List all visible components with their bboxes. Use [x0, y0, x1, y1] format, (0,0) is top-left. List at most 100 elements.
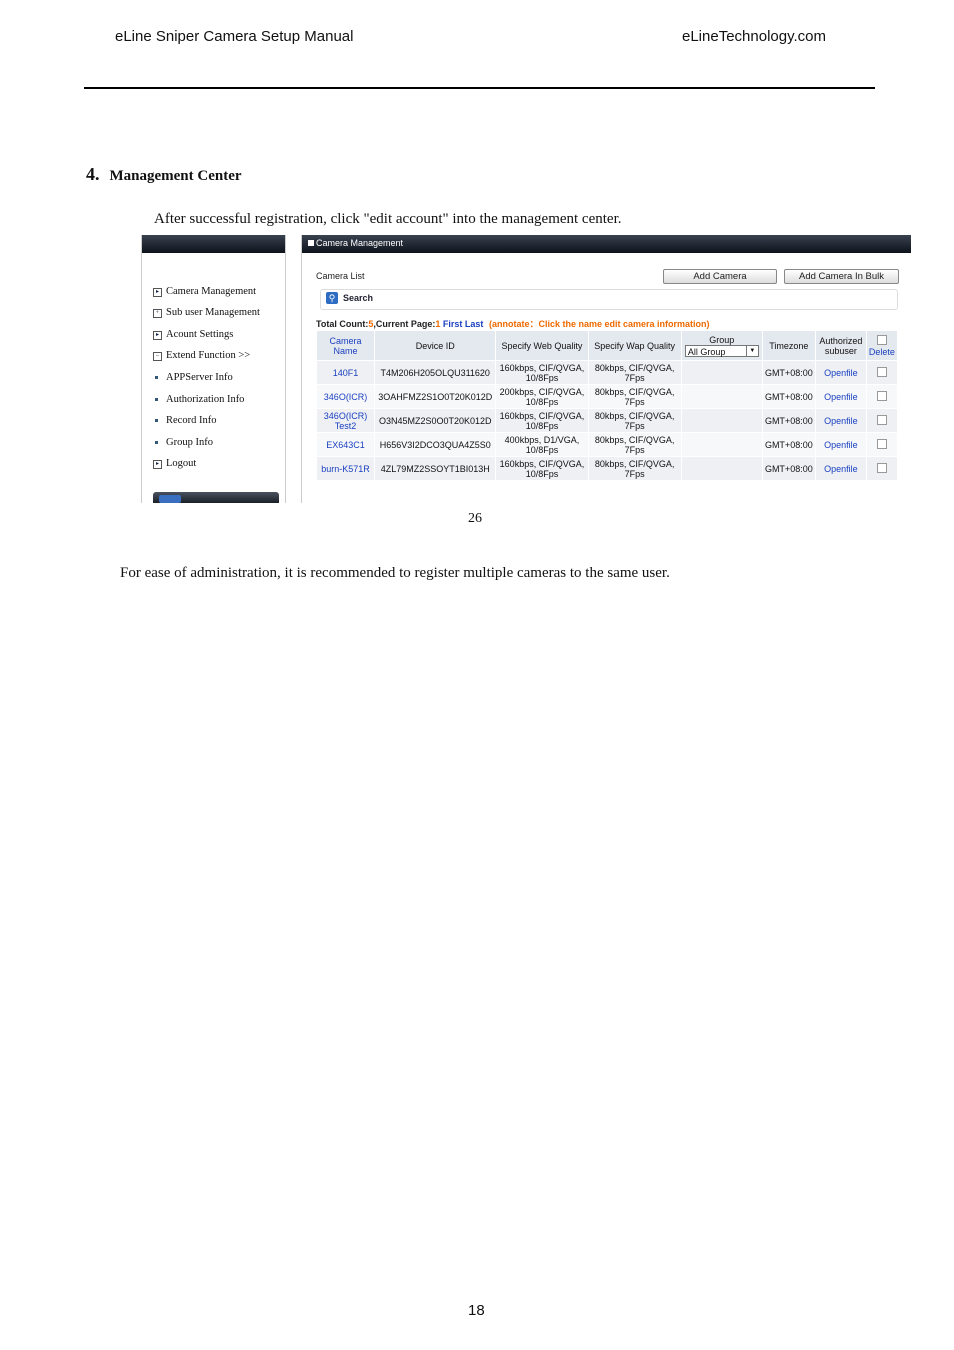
wap-quality-cell: 80kbps, CIF/QVGA, 7Fps: [587, 360, 682, 385]
delete-cell: [865, 432, 899, 457]
camera-name-link[interactable]: 346O(ICR): [315, 384, 376, 409]
figure-caption: 26: [468, 511, 482, 526]
table-row: 140F1 T4M206H205OLQU311620 160kbps, CIF/…: [315, 360, 899, 385]
group-header-label: Group: [709, 334, 735, 345]
section-number: 4.: [86, 164, 100, 184]
search-box[interactable]: ⚲ Search: [320, 289, 898, 310]
device-id-cell: O3N45MZ2S0O0T20K012D: [374, 408, 497, 433]
search-label: Search: [343, 293, 374, 303]
sidebar-item-record-info[interactable]: Record Info: [153, 415, 216, 426]
col-authorized-subuser: Authorized subuser: [814, 330, 867, 361]
col-web-quality: Specify Web Quality: [495, 330, 589, 361]
table-row: burn-K571R 4ZL79MZ2SSOYT1BI013H 160kbps,…: [315, 456, 899, 481]
web-quality-cell: 160kbps, CIF/QVGA, 10/8Fps: [495, 408, 589, 433]
group-cell: [680, 360, 763, 385]
add-camera-button[interactable]: Add Camera: [663, 269, 777, 284]
timezone-cell: GMT+08:00: [761, 432, 816, 457]
delete-cell: [865, 408, 899, 433]
device-id-cell: H656V3I2DCO3QUA4Z5S0: [374, 432, 497, 457]
timezone-cell: GMT+08:00: [761, 408, 816, 433]
timezone-cell: GMT+08:00: [761, 384, 816, 409]
sidebar-item-authorization-info[interactable]: Authorization Info: [153, 394, 244, 405]
sidebar-footer-bar: [153, 492, 279, 503]
annotation-note: (annotate：Click the name edit camera inf…: [488, 319, 710, 329]
col-group: Group All Group ▼: [680, 330, 763, 361]
body-paragraph: For ease of administration, it is recomm…: [120, 565, 670, 581]
sidebar-item-camera-management[interactable]: ▸ Camera Management: [153, 286, 256, 297]
authorized-link[interactable]: Openfile: [814, 360, 867, 385]
delete-cell: [865, 456, 899, 481]
group-cell: [680, 384, 763, 409]
sidebar-item-account-settings[interactable]: ▸ Acount Settings: [153, 329, 233, 340]
camera-table: Camera Name Device ID Specify Web Qualit…: [315, 330, 899, 481]
wap-quality-cell: 80kbps, CIF/QVGA, 7Fps: [587, 384, 682, 409]
play-icon: ▸: [153, 288, 162, 297]
select-all-checkbox[interactable]: [876, 334, 887, 345]
wap-quality-cell: 80kbps, CIF/QVGA, 7Fps: [587, 456, 682, 481]
sidebar: ▸ Camera Management + Sub user Management …: [141, 235, 286, 503]
sidebar-item-group-info[interactable]: Group Info: [153, 437, 213, 448]
camera-name-link[interactable]: 346O(ICR) Test2: [315, 408, 376, 433]
row-checkbox[interactable]: [876, 390, 887, 401]
camera-name-link[interactable]: burn-K571R: [315, 456, 376, 481]
header-website: eLineTechnology.com: [682, 28, 826, 45]
web-quality-cell: 160kbps, CIF/QVGA, 10/8Fps: [495, 456, 589, 481]
header-title: eLine Sniper Camera Setup Manual: [115, 28, 354, 45]
group-select[interactable]: All Group ▼: [684, 344, 759, 357]
col-timezone: Timezone: [761, 330, 816, 361]
section-heading: 4. Management Center: [86, 164, 242, 185]
panel-title: Camera Management: [316, 238, 404, 248]
authorized-link[interactable]: Openfile: [814, 456, 867, 481]
delete-cell: [865, 384, 899, 409]
panel-title-bar: Camera Management: [302, 235, 911, 253]
row-checkbox[interactable]: [876, 366, 887, 377]
first-page-link[interactable]: First: [443, 319, 463, 329]
timezone-cell: GMT+08:00: [761, 360, 816, 385]
camera-name-link[interactable]: 140F1: [315, 360, 376, 385]
camera-list-label: Camera List: [316, 271, 365, 281]
management-screenshot: ▸ Camera Management + Sub user Management …: [141, 235, 911, 503]
camera-name-link[interactable]: EX643C1: [315, 432, 376, 457]
table-row: EX643C1 H656V3I2DCO3QUA4Z5S0 400kbps, D1…: [315, 432, 899, 457]
authorized-link[interactable]: Openfile: [814, 432, 867, 457]
sidebar-item-appserver-info[interactable]: APPServer Info: [153, 372, 233, 383]
last-page-link[interactable]: Last: [465, 319, 484, 329]
authorized-link[interactable]: Openfile: [814, 384, 867, 409]
add-camera-bulk-button[interactable]: Add Camera In Bulk: [784, 269, 899, 284]
title-arrow-icon: [308, 240, 314, 246]
minus-icon: –: [153, 352, 162, 361]
play-icon: ▸: [153, 331, 162, 340]
device-id-cell: T4M206H205OLQU311620: [374, 360, 497, 385]
sidebar-item-logout[interactable]: ▸ Logout: [153, 458, 196, 469]
col-device-id: Device ID: [374, 330, 497, 361]
current-page: 1: [435, 319, 441, 329]
current-page-prefix: ,Current Page:: [373, 319, 436, 329]
bullet-icon: [155, 397, 158, 401]
bullet-icon: [155, 440, 158, 444]
search-icon[interactable]: ⚲: [326, 292, 338, 304]
group-cell: [680, 432, 763, 457]
web-quality-cell: 160kbps, CIF/QVGA, 10/8Fps: [495, 360, 589, 385]
col-delete: Delete: [865, 330, 899, 361]
total-prefix: Total Count:: [316, 319, 369, 329]
row-checkbox[interactable]: [876, 462, 887, 473]
plus-icon: +: [153, 309, 162, 318]
authorized-link[interactable]: Openfile: [814, 408, 867, 433]
device-id-cell: 4ZL79MZ2SSOYT1BI013H: [374, 456, 497, 481]
sidebar-header-bar: [142, 235, 285, 253]
wap-quality-cell: 80kbps, CIF/QVGA, 7Fps: [587, 432, 682, 457]
sidebar-item-sub-user-management[interactable]: + Sub user Management: [153, 307, 260, 318]
row-checkbox[interactable]: [876, 438, 887, 449]
row-checkbox[interactable]: [876, 414, 887, 425]
list-summary: Total Count:5,Current Page:1 First Last …: [316, 317, 710, 330]
col-camera-name[interactable]: Camera Name: [315, 330, 376, 361]
section-title: Management Center: [109, 168, 242, 184]
web-quality-cell: 200kbps, CIF/QVGA, 10/8Fps: [495, 384, 589, 409]
wap-quality-cell: 80kbps, CIF/QVGA, 7Fps: [587, 408, 682, 433]
camera-management-panel: Camera Management Camera List Add Camera…: [301, 235, 911, 503]
chevron-down-icon[interactable]: ▼: [745, 345, 758, 356]
sidebar-item-extend-function[interactable]: – Extend Function >>: [153, 350, 250, 361]
bullet-icon: [155, 418, 158, 422]
delete-link[interactable]: Delete: [869, 347, 895, 357]
table-row: 346O(ICR) Test2 O3N45MZ2S0O0T20K012D 160…: [315, 408, 899, 433]
